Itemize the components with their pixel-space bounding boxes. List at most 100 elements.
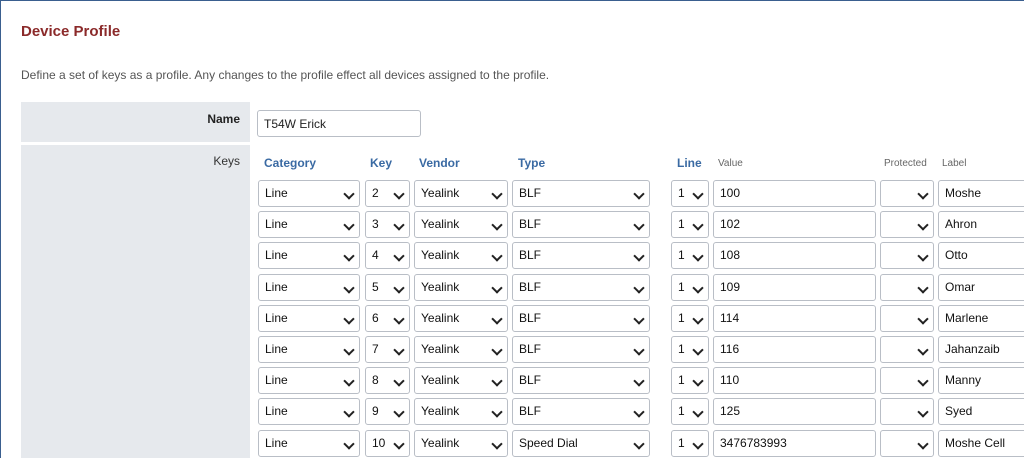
category-select[interactable]: Line [258, 180, 360, 207]
value-input[interactable]: 3476783993 [713, 429, 876, 457]
label-input[interactable]: Marlene [938, 304, 1024, 332]
category-select[interactable]: Line [258, 211, 360, 239]
line-select[interactable]: 1 [671, 336, 709, 363]
vendor-select[interactable]: Yealink [414, 304, 508, 332]
type-select[interactable]: BLF [512, 367, 650, 395]
label-input[interactable]: Moshe [938, 180, 1024, 207]
label-input[interactable]: Jahanzaib [938, 336, 1024, 363]
value-input[interactable]: 125 [713, 398, 876, 426]
header-protected: Protected [884, 158, 927, 169]
key-select[interactable]: 10 [365, 429, 410, 457]
chevron-down-icon [343, 406, 355, 419]
chevron-down-icon [343, 344, 355, 356]
key-select-value: 10 [372, 435, 386, 450]
chevron-down-icon [692, 344, 704, 356]
vendor-select[interactable]: Yealink [414, 398, 508, 426]
protected-select[interactable] [880, 367, 934, 395]
type-select[interactable]: BLF [512, 211, 650, 239]
category-select[interactable]: Line [258, 398, 360, 426]
type-select[interactable]: BLF [512, 304, 650, 332]
line-select[interactable]: 1 [671, 273, 709, 301]
page-description: Define a set of keys as a profile. Any c… [21, 68, 550, 82]
label-input[interactable]: Manny [938, 367, 1024, 395]
chevron-down-icon [393, 344, 405, 356]
protected-select[interactable] [880, 398, 934, 426]
line-select[interactable]: 1 [671, 367, 709, 395]
line-select[interactable]: 1 [671, 304, 709, 332]
value-input-value: 116 [720, 342, 740, 356]
category-select[interactable]: Line [258, 429, 360, 457]
type-select[interactable]: Speed Dial [512, 429, 650, 457]
vendor-select-value: Yealink [421, 217, 460, 232]
line-select-value: 1 [678, 310, 685, 325]
category-select[interactable]: Line [258, 242, 360, 270]
vendor-select[interactable]: Yealink [414, 367, 508, 395]
label-input[interactable]: Moshe Cell [938, 429, 1024, 457]
type-select[interactable]: BLF [512, 398, 650, 426]
label-input[interactable]: Ahron [938, 211, 1024, 239]
key-select[interactable]: 8 [365, 367, 410, 395]
protected-select[interactable] [880, 242, 934, 270]
line-select[interactable]: 1 [671, 211, 709, 239]
line-select[interactable]: 1 [671, 242, 709, 270]
chevron-down-icon [633, 281, 645, 294]
vendor-select[interactable]: Yealink [414, 429, 508, 457]
type-select[interactable]: BLF [512, 273, 650, 301]
vendor-select[interactable]: Yealink [414, 242, 508, 270]
value-input[interactable]: 109 [713, 273, 876, 301]
label-input[interactable]: Otto [938, 242, 1024, 270]
protected-select[interactable] [880, 180, 934, 207]
name-input[interactable] [257, 110, 421, 137]
category-select-value: Line [265, 248, 288, 263]
protected-select[interactable] [880, 211, 934, 239]
category-select-value: Line [265, 373, 288, 388]
line-select-value: 1 [678, 186, 685, 200]
protected-select[interactable] [880, 304, 934, 332]
vendor-select[interactable]: Yealink [414, 273, 508, 301]
chevron-down-icon [343, 188, 355, 200]
key-select[interactable]: 5 [365, 273, 410, 301]
label-input[interactable]: Omar [938, 273, 1024, 301]
value-input[interactable]: 110 [713, 367, 876, 395]
chevron-down-icon [917, 406, 929, 419]
vendor-select[interactable]: Yealink [414, 211, 508, 239]
category-select[interactable]: Line [258, 367, 360, 395]
chevron-down-icon [343, 250, 355, 263]
line-select[interactable]: 1 [671, 398, 709, 426]
chevron-down-icon [343, 375, 355, 387]
protected-select[interactable] [880, 429, 934, 457]
line-select[interactable]: 1 [671, 429, 709, 457]
key-select[interactable]: 7 [365, 336, 410, 363]
label-input[interactable]: Syed [938, 398, 1024, 426]
protected-select[interactable] [880, 273, 934, 301]
vendor-select[interactable]: Yealink [414, 180, 508, 207]
category-select[interactable]: Line [258, 336, 360, 363]
value-input-value: 114 [720, 310, 740, 325]
key-select[interactable]: 6 [365, 304, 410, 332]
chevron-down-icon [491, 406, 503, 419]
key-select[interactable]: 2 [365, 180, 410, 207]
type-select[interactable]: BLF [512, 180, 650, 207]
line-select[interactable]: 1 [671, 180, 709, 207]
chevron-down-icon [917, 219, 929, 231]
vendor-select[interactable]: Yealink [414, 336, 508, 363]
key-select[interactable]: 4 [365, 242, 410, 270]
value-input[interactable]: 108 [713, 242, 876, 270]
line-select-value: 1 [678, 404, 685, 419]
value-input[interactable]: 102 [713, 211, 876, 239]
category-select[interactable]: Line [258, 273, 360, 301]
chevron-down-icon [343, 281, 355, 294]
category-select-value: Line [265, 217, 288, 232]
protected-select[interactable] [880, 336, 934, 363]
header-vendor: Vendor [419, 156, 460, 170]
type-select[interactable]: BLF [512, 242, 650, 270]
vendor-select-value: Yealink [421, 248, 460, 263]
table-row: Line 2 Yealink BLF 1 100 Moshe [0, 180, 1024, 207]
key-select[interactable]: 3 [365, 211, 410, 239]
value-input[interactable]: 114 [713, 304, 876, 332]
value-input[interactable]: 116 [713, 336, 876, 363]
category-select[interactable]: Line [258, 304, 360, 332]
value-input[interactable]: 100 [713, 180, 876, 207]
key-select[interactable]: 9 [365, 398, 410, 426]
type-select[interactable]: BLF [512, 336, 650, 363]
